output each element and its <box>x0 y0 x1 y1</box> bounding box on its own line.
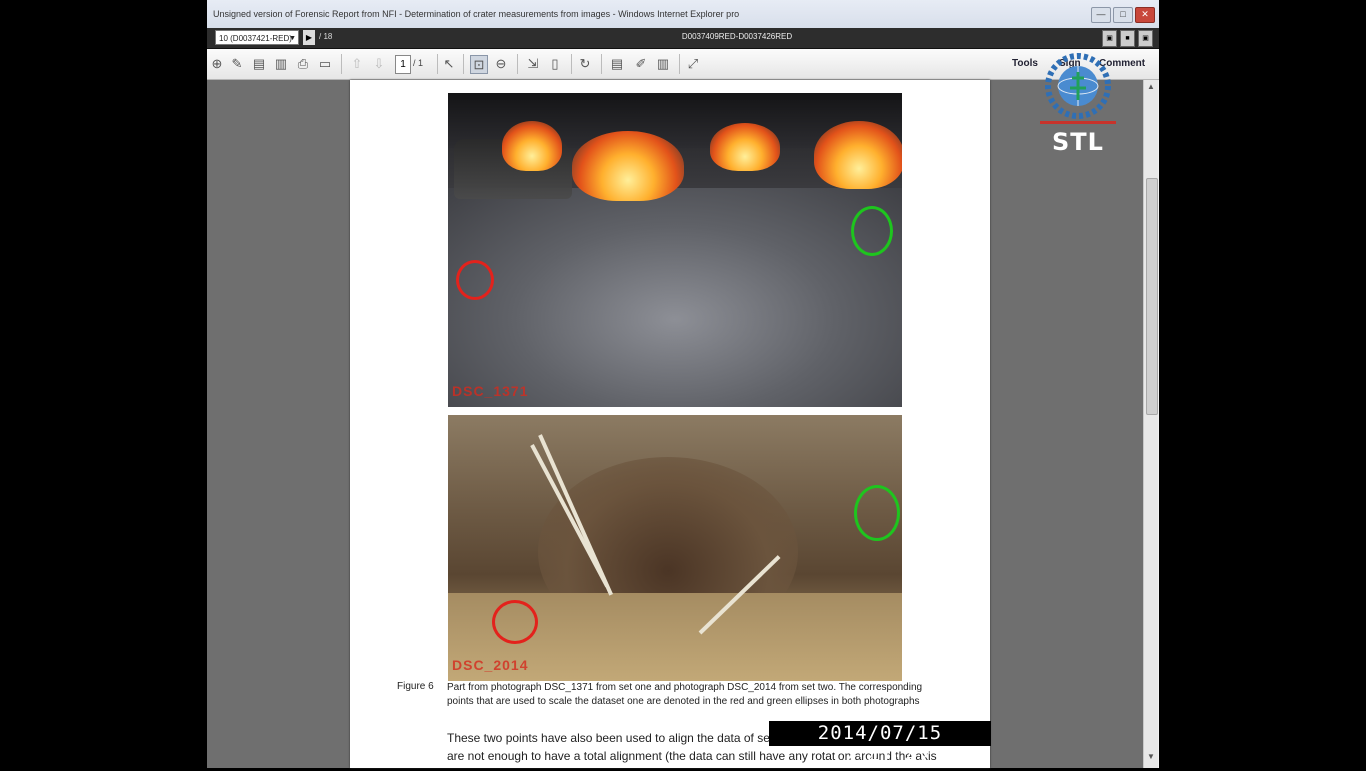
rubble-area <box>448 188 902 407</box>
tools-link[interactable]: Tools <box>1012 58 1038 69</box>
toolbar-separator <box>679 54 680 74</box>
minimize-button[interactable]: — <box>1091 7 1111 23</box>
rotate-icon[interactable]: ↻ <box>577 55 593 72</box>
fire-flame <box>710 123 780 171</box>
green-ellipse-marker <box>851 206 893 256</box>
email-icon[interactable]: ▭ <box>317 55 333 72</box>
pdf-page: DSC_1371 DSC_2014 Figure 6 Part from pho… <box>350 80 990 768</box>
browser-window: Unsigned version of Forensic Report from… <box>207 0 1159 768</box>
title-bar: Unsigned version of Forensic Report from… <box>207 0 1159 29</box>
document-range: D0037409RED-D0037426RED <box>681 32 793 41</box>
attach-icon[interactable]: ▥ <box>655 55 671 72</box>
crater-photo-fire: DSC_1371 <box>448 93 902 407</box>
page-of-label: / 1 <box>413 58 424 68</box>
scroll-up-icon[interactable]: ▲ <box>1144 82 1158 94</box>
red-ellipse-marker <box>492 600 538 644</box>
fit-width-icon[interactable]: ▯ <box>547 55 563 72</box>
print-icon[interactable]: ⎙ <box>295 55 311 72</box>
stl-logo: STL <box>1036 52 1120 157</box>
next-page-icon[interactable]: ⇩ <box>371 55 387 72</box>
crater-photo-excavated: DSC_2014 <box>448 415 902 681</box>
maximize-button[interactable]: □ <box>1113 7 1133 23</box>
comment-note-icon[interactable]: ▤ <box>609 55 625 72</box>
combine-icon[interactable]: ✎ <box>229 55 245 72</box>
highlight-icon[interactable]: ✐ <box>633 55 649 72</box>
close-button[interactable]: ✕ <box>1135 7 1155 23</box>
window-controls: — □ ✕ <box>1091 7 1155 23</box>
photo-label: DSC_2014 <box>452 657 529 673</box>
go-button[interactable]: ▶ <box>303 30 315 45</box>
marquee-zoom-icon[interactable]: ⊡ <box>470 55 488 74</box>
red-ellipse-marker <box>456 260 494 300</box>
save-icon[interactable]: ▥ <box>273 55 289 72</box>
page-number-input[interactable]: 1 <box>395 55 411 74</box>
chevron-down-icon: ▼ <box>289 35 296 42</box>
toolbar-separator <box>341 54 342 74</box>
document-viewport[interactable]: DSC_1371 DSC_2014 Figure 6 Part from pho… <box>207 80 1143 768</box>
zoom-icon[interactable]: ⊖ <box>493 55 509 72</box>
scroll-thumb[interactable] <box>1146 178 1158 415</box>
fit-page-icon[interactable]: ⇲ <box>525 55 541 72</box>
fullscreen-icon[interactable]: ⤢ <box>685 55 701 72</box>
screen: Unsigned version of Forensic Report from… <box>0 0 1366 769</box>
fire-flame <box>814 121 902 189</box>
photo-divider <box>448 407 902 415</box>
fire-flame <box>502 121 562 171</box>
navbar-print-icon[interactable]: ■ <box>1120 30 1135 47</box>
navbar-actions: ▣ ■ ▣ <box>1102 30 1153 47</box>
pdf-toolbar: ⊕ ✎ ▤ ▥ ⎙ ▭ ⇧ ⇩ 1 / 1 ↖ ⊡ ⊖ ⇲ ▯ ↻ ▤ ✐ ▥ <box>207 49 1159 80</box>
toolbar-separator <box>463 54 464 74</box>
logo-text: STL <box>1052 128 1104 156</box>
fire-flame <box>572 131 684 201</box>
toolbar-separator <box>601 54 602 74</box>
select-cursor-icon[interactable]: ↖ <box>441 55 457 72</box>
page-select-value: 10 (D0037421-RED) <box>219 34 292 43</box>
page-select[interactable]: 10 (D0037421-RED) ▼ <box>215 30 299 45</box>
toolbar-separator <box>571 54 572 74</box>
figure-label: Figure 6 <box>397 681 434 692</box>
video-timestamp: 2014/07/15 12:41:42 <box>769 721 991 769</box>
figure-caption: Part from photograph DSC_1371 from set o… <box>447 682 923 707</box>
window-title: Unsigned version of Forensic Report from… <box>213 9 740 19</box>
photo-label: DSC_1371 <box>452 383 529 399</box>
toolbar-separator <box>437 54 438 74</box>
green-ellipse-marker <box>854 485 900 541</box>
vertical-scrollbar[interactable]: ▲ ▼ <box>1143 80 1158 768</box>
edit-icon[interactable]: ▤ <box>251 55 267 72</box>
toolbar-separator <box>517 54 518 74</box>
navbar-close-icon[interactable]: ▣ <box>1138 30 1153 47</box>
create-icon[interactable]: ⊕ <box>209 55 225 72</box>
document-navbar: 10 (D0037421-RED) ▼ ▶ / 18 D0037409RED-D… <box>207 28 1159 49</box>
scroll-down-icon[interactable]: ▼ <box>1144 752 1158 764</box>
page-total: / 18 <box>319 32 333 41</box>
prev-page-icon[interactable]: ⇧ <box>349 55 365 72</box>
navbar-export-icon[interactable]: ▣ <box>1102 30 1117 47</box>
